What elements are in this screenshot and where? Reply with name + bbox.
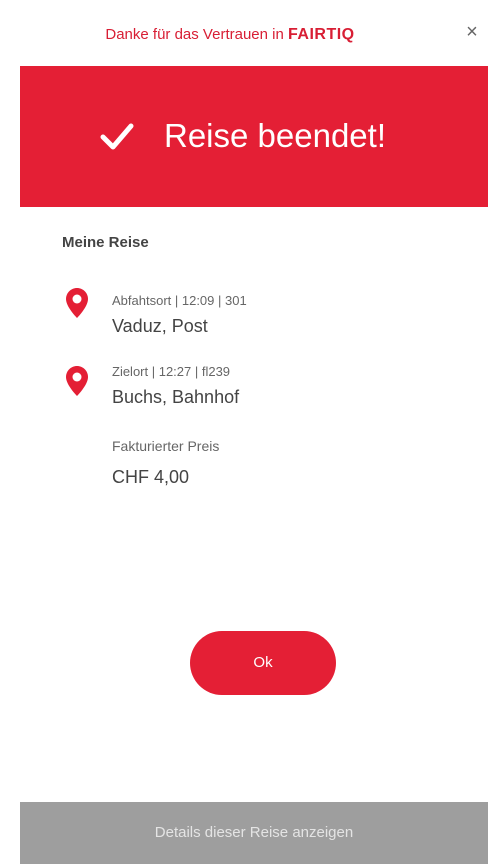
brand-logo-text: FAIRTIQ [288, 26, 355, 43]
trip-ended-title: Reise beendet! [164, 117, 386, 154]
trip-ended-banner: Reise beendet! [20, 66, 488, 207]
my-trip-heading: Meine Reise [62, 234, 149, 251]
trip-details-button[interactable]: Details dieser Reise anzeigen [20, 802, 488, 864]
checkmark-icon [100, 123, 134, 150]
billed-price-label: Fakturierter Preis [112, 438, 220, 454]
destination-map-pin-icon [66, 366, 88, 396]
dialog-header: Danke für das Vertrauen in FAIRTIQ × [20, 0, 488, 66]
thank-you-message: Danke für das Vertrauen in FAIRTIQ [20, 26, 440, 44]
destination-meta: Zielort | 12:27 | fl239 [112, 364, 231, 379]
billed-price-value: CHF 4,00 [112, 467, 190, 487]
departure-meta: Abfahtsort | 12:09 | 301 [112, 293, 247, 308]
departure-map-pin-icon [66, 288, 88, 318]
destination-name: Buchs, Bahnhof [112, 387, 240, 407]
departure-name: Vaduz, Post [112, 316, 208, 336]
trip-summary-dialog: Danke für das Vertrauen in FAIRTIQ × Rei… [20, 0, 488, 864]
ok-button[interactable]: Ok [190, 631, 336, 695]
thank-you-text: Danke für das Vertrauen in [105, 26, 284, 43]
close-icon[interactable]: × [460, 20, 484, 44]
